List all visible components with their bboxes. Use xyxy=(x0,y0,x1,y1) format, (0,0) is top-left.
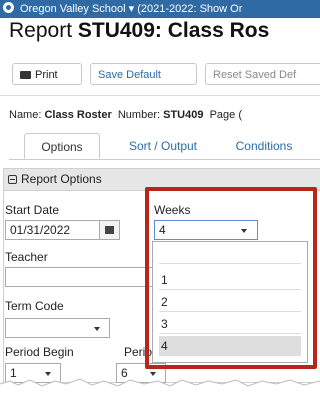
page-title: Report STU409: Class Ros xyxy=(9,19,270,42)
district-year-selector[interactable]: Oregon Valley School ▾ (2021-2022: Show … xyxy=(20,3,242,15)
calendar-button[interactable] xyxy=(100,220,120,240)
start-date-input[interactable]: 01/31/2022 xyxy=(5,220,100,240)
report-tabs: Options Sort / Output Conditions xyxy=(9,133,320,160)
printer-icon xyxy=(20,71,31,79)
toolbar-divider xyxy=(0,95,320,96)
teacher-label: Teacher xyxy=(5,250,48,264)
report-name: Class Roster xyxy=(44,109,112,121)
print-button[interactable]: Print xyxy=(12,63,82,85)
term-code-label: Term Code xyxy=(5,299,64,313)
tab-sort-output[interactable]: Sort / Output xyxy=(108,133,218,159)
school-logo-icon xyxy=(3,2,14,13)
chevron-down-icon xyxy=(45,372,51,376)
calendar-icon xyxy=(105,226,114,234)
app-titlebar[interactable]: Oregon Valley School ▾ (2021-2022: Show … xyxy=(0,0,320,18)
start-date-label: Start Date xyxy=(5,203,60,217)
teacher-select[interactable] xyxy=(5,267,153,287)
tab-options[interactable]: Options xyxy=(24,133,100,159)
chevron-down-icon xyxy=(94,327,100,331)
tab-conditions[interactable]: Conditions xyxy=(219,133,309,159)
period-begin-label: Period Begin xyxy=(5,345,74,359)
chevron-down-icon xyxy=(150,372,156,376)
annotation-highlight-box xyxy=(145,187,317,369)
term-code-select[interactable] xyxy=(5,318,110,338)
report-info-bar: Name: Class Roster Number: STU409 Page ( xyxy=(9,109,243,121)
reset-saved-defaults-button[interactable]: Reset Saved Def xyxy=(205,63,320,85)
save-default-button[interactable]: Save Default xyxy=(90,63,197,85)
torn-edge-decoration xyxy=(0,378,320,394)
collapse-icon xyxy=(8,175,17,184)
report-number: STU409 xyxy=(163,109,204,121)
